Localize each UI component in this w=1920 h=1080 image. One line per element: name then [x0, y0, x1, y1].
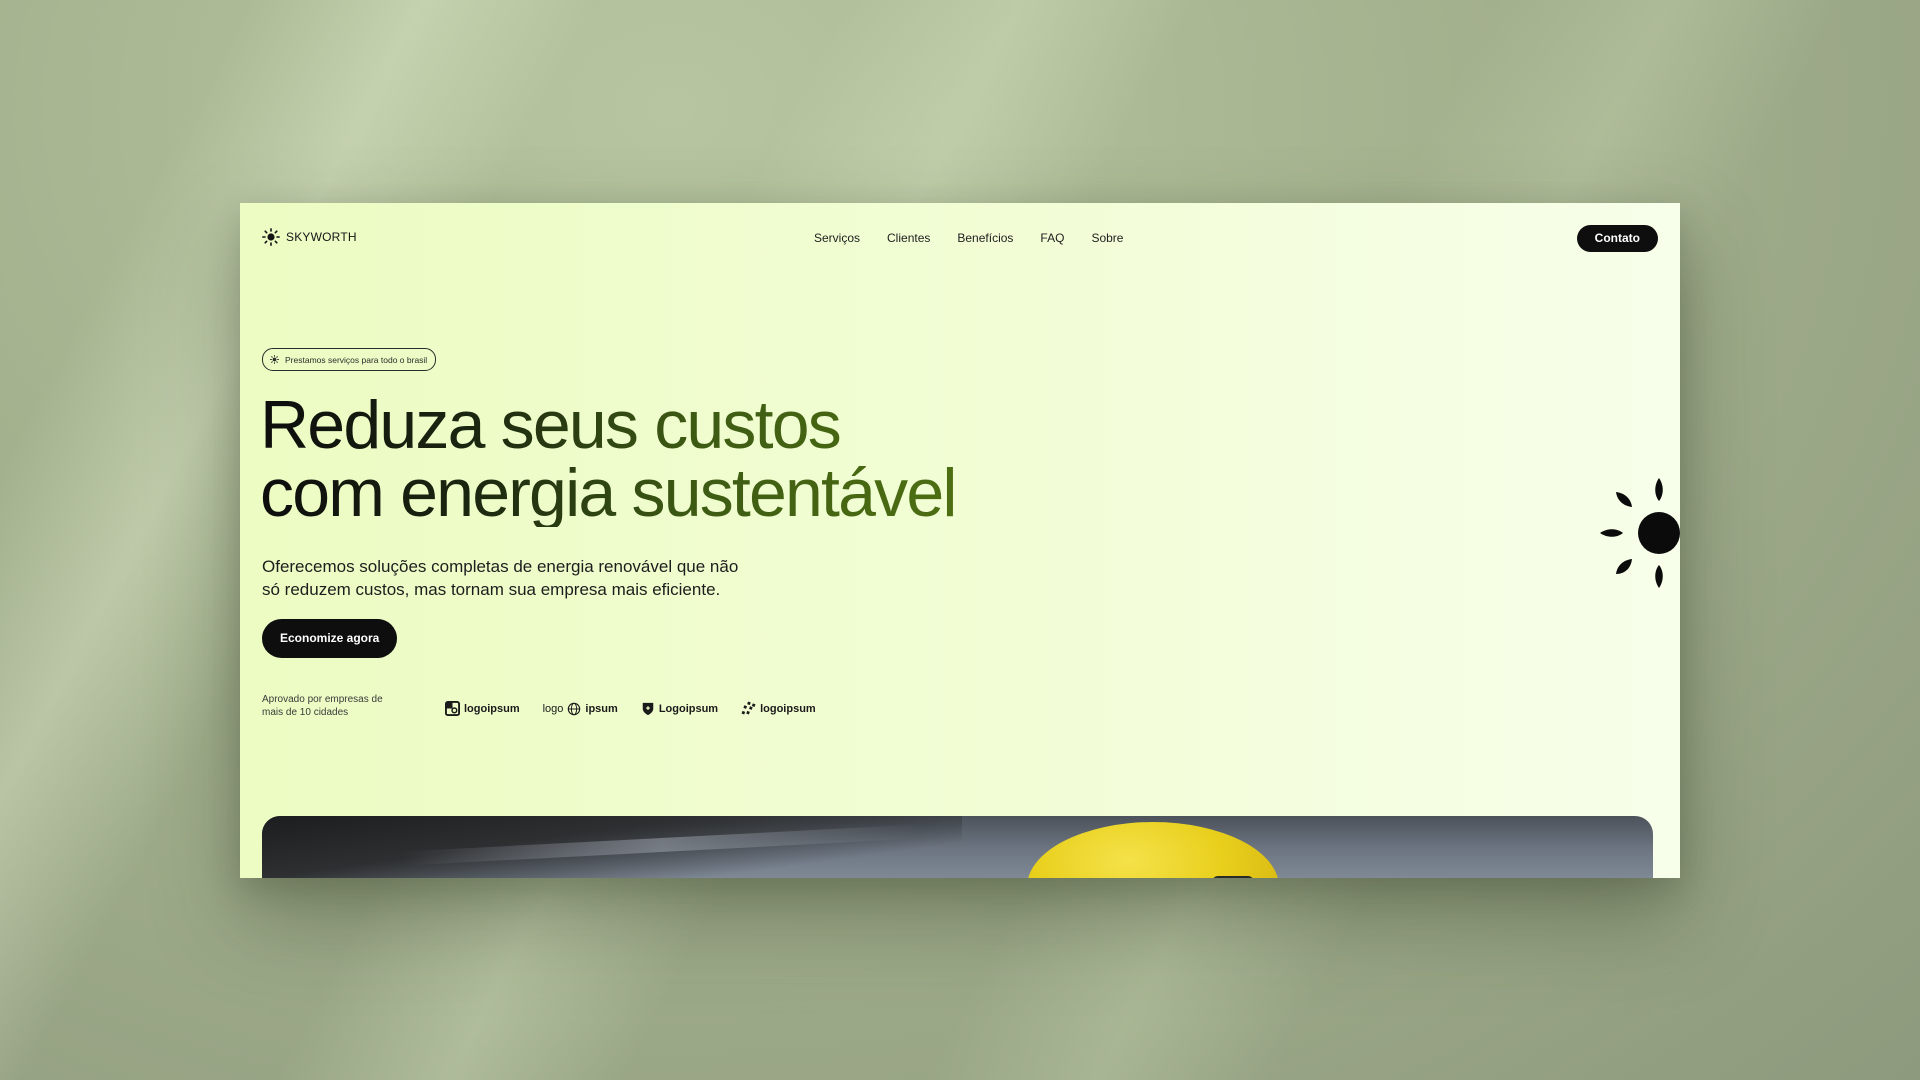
approved-text: Aprovado por empresas de mais de 10 cida…	[262, 693, 383, 719]
economize-button[interactable]: Economize agora	[262, 619, 398, 658]
brand-name: SKYWORTH	[286, 230, 357, 244]
subtitle-line-1: Oferecemos soluções completas de energia…	[262, 557, 739, 576]
badge-text: Prestamos serviços para todo o brasil	[285, 354, 428, 365]
nav-item-beneficios[interactable]: Benefícios	[957, 231, 1013, 245]
partner-logo-2-text-left: logo	[542, 702, 564, 715]
main-nav: Serviços Clientes Benefícios FAQ Sobre	[814, 231, 1123, 245]
website-window: SKYWORTH Serviços Clientes Benefícios FA…	[240, 203, 1680, 878]
large-sun-icon	[1600, 475, 1680, 591]
partner-logo-4-text: logoipsum	[760, 702, 816, 715]
partner-logo-1-text: logoipsum	[464, 702, 520, 715]
nav-item-faq[interactable]: FAQ	[1040, 231, 1064, 245]
hero-headline: Reduza seus custos com energia sustentáv…	[260, 391, 956, 527]
brand-logo[interactable]: SKYWORTH	[262, 228, 357, 246]
globe-logo-icon	[568, 702, 581, 715]
dots-logo-icon	[741, 701, 756, 715]
partner-logos: logoipsum logo ipsum Logoipsum logoipsum	[445, 701, 816, 716]
worker-yellow-helmet-photo	[262, 816, 1653, 878]
partner-logo-2: logo ipsum	[543, 702, 618, 716]
sun-icon	[270, 355, 279, 364]
approved-line-2: mais de 10 cidades	[262, 707, 349, 718]
partner-logo-3-text: Logoipsum	[658, 702, 719, 715]
headline-line-1: Reduza seus custos	[260, 387, 840, 463]
approved-line-1: Aprovado por empresas de	[262, 694, 383, 705]
subtitle-line-2: só reduzem custos, mas tornam sua empres…	[262, 580, 721, 599]
helmet-strap	[1212, 876, 1254, 878]
headline-line-2: com energia sustentável	[260, 455, 956, 531]
service-badge: Prestamos serviços para todo o brasil	[262, 348, 437, 371]
yellow-helmet	[1027, 822, 1279, 878]
square-logo-icon	[445, 701, 460, 716]
shield-logo-icon	[642, 702, 654, 716]
nav-item-clientes[interactable]: Clientes	[887, 231, 930, 245]
hero-subtitle: Oferecemos soluções completas de energia…	[262, 555, 738, 601]
partner-logo-4: logoipsum	[741, 701, 816, 716]
contact-button[interactable]: Contato	[1576, 225, 1658, 252]
partner-logo-3: Logoipsum	[641, 701, 718, 716]
partner-logo-1: logoipsum	[445, 701, 520, 716]
sun-icon	[262, 228, 280, 246]
partner-logo-2-text-right: ipsum	[585, 702, 618, 715]
nav-item-servicos[interactable]: Serviços	[814, 231, 860, 245]
nav-item-sobre[interactable]: Sobre	[1091, 231, 1123, 245]
